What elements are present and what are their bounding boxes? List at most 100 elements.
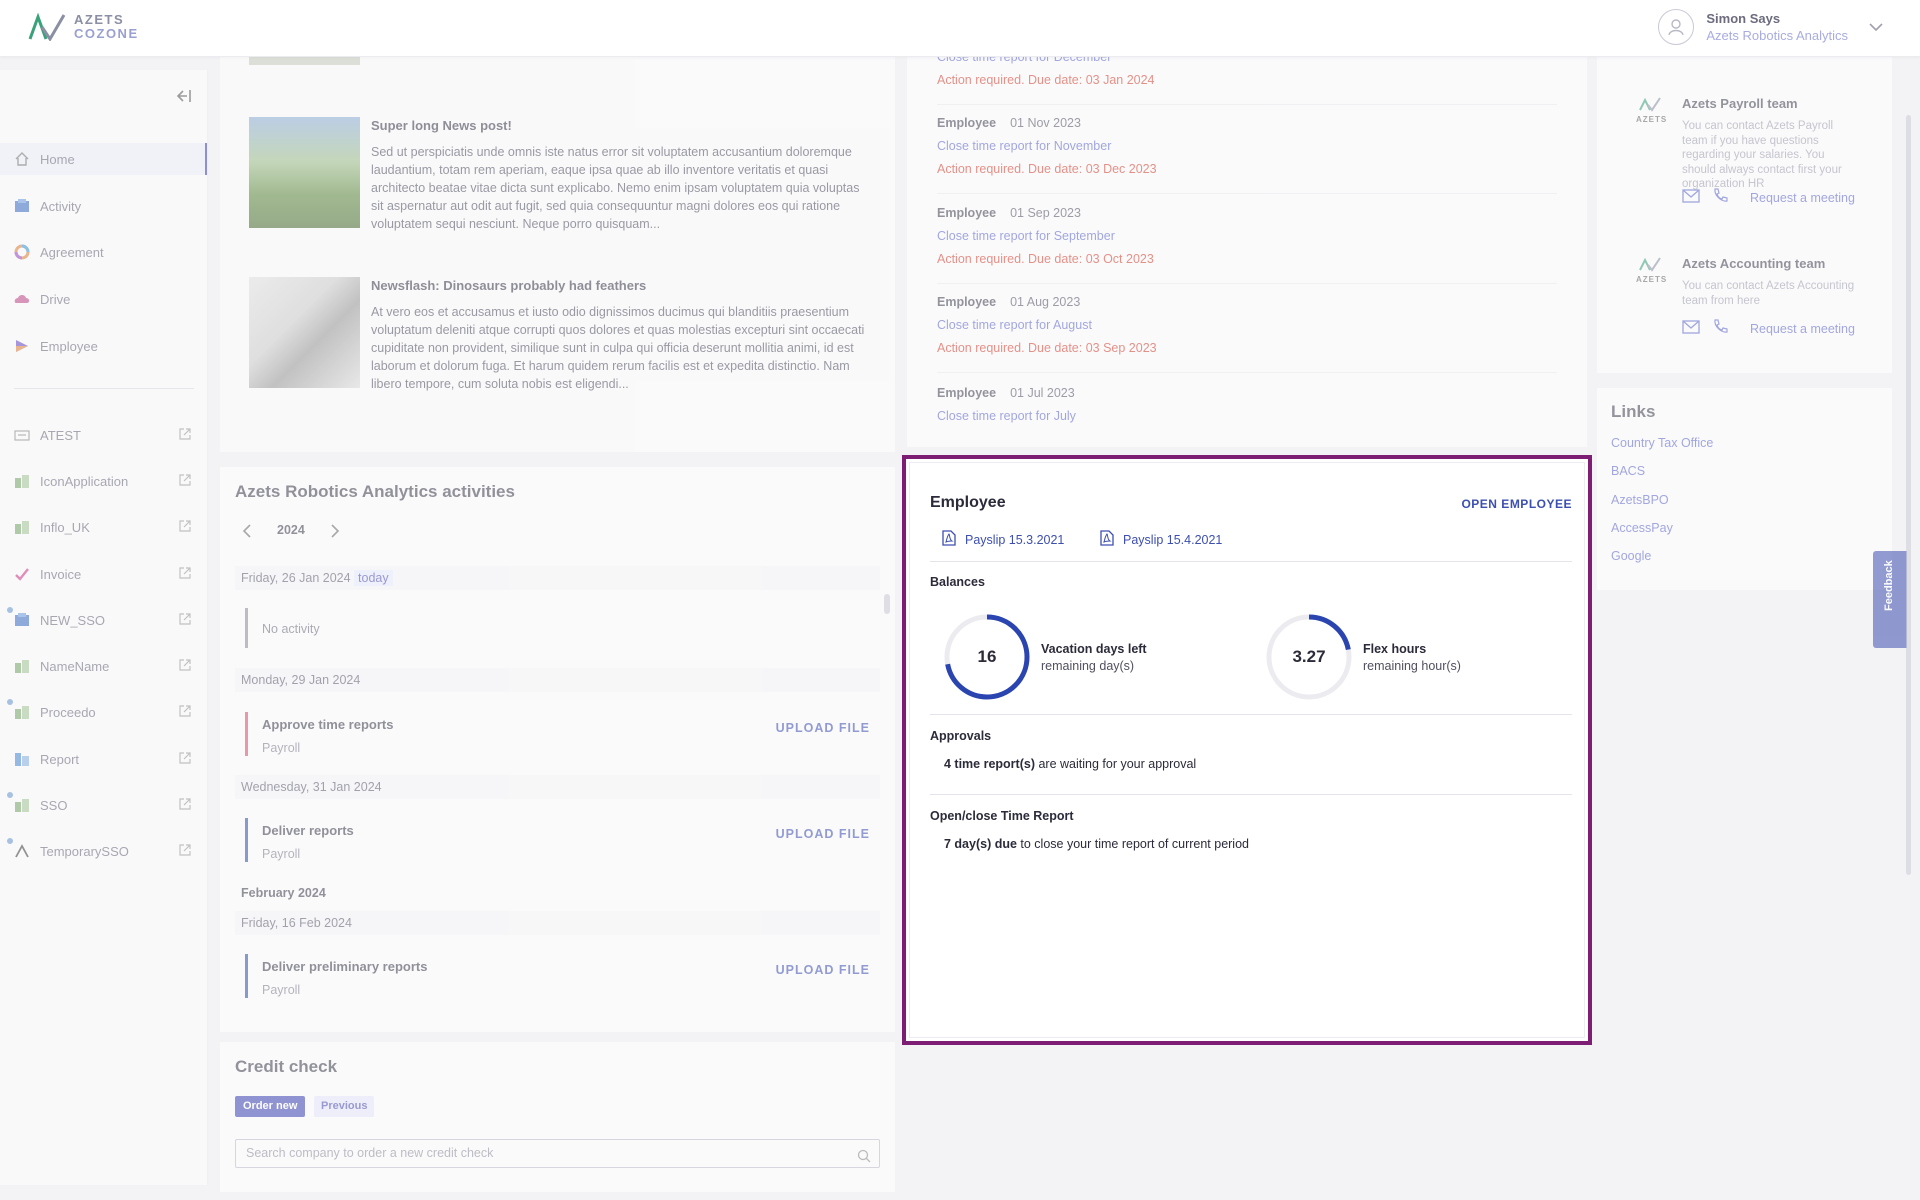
sidebar-app-sso[interactable]: SSO (0, 789, 207, 821)
external-link-icon[interactable] (178, 658, 192, 675)
link-item[interactable]: AzetsBPO (1611, 493, 1669, 507)
order-new-button[interactable]: Order new (235, 1096, 306, 1117)
chevron-down-icon[interactable] (1868, 20, 1884, 35)
external-link-icon[interactable] (178, 704, 192, 721)
year-label: 2024 (277, 523, 305, 537)
collapse-sidebar-icon[interactable] (174, 88, 192, 107)
user-menu[interactable]: Simon Says Azets Robotics Analytics (1658, 9, 1884, 45)
sidebar-item-employee[interactable]: Employee (0, 330, 207, 362)
approvals-count: 4 time report(s) (944, 757, 1035, 771)
upload-file-button[interactable]: UPLOAD FILE (776, 721, 870, 735)
sidebar-item-drive[interactable]: Drive (0, 283, 207, 315)
external-link-icon[interactable] (178, 843, 192, 860)
external-link-icon[interactable] (178, 519, 192, 536)
task-link[interactable]: Close time report for July (937, 409, 1557, 423)
no-activity-text: No activity (262, 622, 320, 636)
external-link-icon[interactable] (178, 473, 192, 490)
news-title[interactable]: Newsflash: Dinosaurs probably had feathe… (371, 278, 866, 293)
approvals-summary[interactable]: 4 time report(s) are waiting for your ap… (944, 757, 1196, 771)
mail-icon[interactable] (1682, 189, 1700, 206)
avatar[interactable] (1658, 9, 1695, 45)
sidebar-item-label: Activity (40, 198, 82, 214)
sidebar-app-atest[interactable]: ATEST (0, 419, 207, 451)
external-link-icon[interactable] (178, 797, 192, 814)
sidebar-app-namename[interactable]: NameName (0, 650, 207, 682)
sidebar-app-invoice[interactable]: Invoice (0, 558, 207, 590)
flex-balance: 3.27 Flex hours remaining hour(s) (1265, 613, 1461, 701)
task-item: Employee 01 Aug 2023 Close time report fo… (937, 295, 1557, 373)
task-link[interactable]: Close time report for November (937, 139, 1557, 153)
link-item[interactable]: BACS (1611, 464, 1645, 478)
request-meeting-link[interactable]: Request a meeting (1750, 322, 1855, 336)
upload-file-button[interactable]: UPLOAD FILE (776, 963, 870, 977)
contact-description: You can contact Azets Accounting team fr… (1682, 280, 1855, 307)
sidebar-app-inflo-uk[interactable]: Inflo_UK (0, 511, 207, 543)
payslip-link[interactable]: Payslip 15.4.2021 (1100, 530, 1222, 549)
link-item[interactable]: AccessPay (1611, 521, 1673, 535)
external-link-icon[interactable] (178, 751, 192, 768)
payslip-link[interactable]: Payslip 15.3.2021 (942, 530, 1064, 549)
balances-title: Balances (930, 575, 985, 589)
link-item[interactable]: Google (1611, 549, 1651, 563)
sidebar-app-proceedo[interactable]: Proceedo (0, 696, 207, 728)
sidebar-item-home[interactable]: Home (0, 143, 207, 175)
previous-button[interactable]: Previous (314, 1096, 375, 1117)
search-icon[interactable] (857, 1146, 871, 1173)
news-thumbnail[interactable] (249, 277, 360, 388)
link-item[interactable]: Country Tax Office (1611, 436, 1713, 450)
external-link-icon[interactable] (178, 566, 192, 583)
sidebar-app-iconapplication[interactable]: IconApplication (0, 465, 207, 497)
activity-icon (14, 198, 30, 214)
task-owner: Employee (937, 386, 997, 400)
request-meeting-link[interactable]: Request a meeting (1750, 191, 1855, 205)
news-thumbnail[interactable] (249, 117, 360, 228)
month-header: February 2024 (241, 886, 326, 900)
activities-scrollbar[interactable] (884, 594, 890, 614)
upload-file-button[interactable]: UPLOAD FILE (776, 827, 870, 841)
vacation-balance: 16 Vacation days left remaining day(s) (943, 613, 1147, 701)
app-icon (14, 612, 30, 628)
task-date: 01 Jul 2023 (1010, 386, 1075, 400)
page-scrollbar[interactable] (1906, 115, 1911, 875)
external-link-icon[interactable] (178, 427, 192, 444)
day-header: Wednesday, 31 Jan 2024 (235, 775, 880, 799)
azets-logo[interactable]: AZETS COZONE (28, 13, 139, 41)
mail-icon[interactable] (1682, 320, 1700, 337)
news-body: Sed ut perspiciatis unde omnis iste natu… (371, 145, 860, 231)
chevron-left-icon[interactable] (241, 523, 253, 542)
task-link[interactable]: Close time report for September (937, 229, 1557, 243)
activity-item[interactable]: Deliver reports Payroll UPLOAD FILE (245, 818, 870, 862)
credit-search-placeholder: Search company to order a new credit che… (246, 1146, 494, 1160)
activity-item[interactable]: Deliver preliminary reports Payroll UPLO… (245, 954, 870, 998)
sidebar-app-new-sso[interactable]: NEW_SSO (0, 604, 207, 636)
activity-category: Payroll (262, 741, 301, 755)
links-title: Links (1611, 402, 1656, 421)
task-link[interactable]: Close time report for August (937, 318, 1557, 332)
activity-item[interactable]: Approve time reports Payroll UPLOAD FILE (245, 712, 870, 756)
home-icon (14, 151, 30, 167)
feedback-tab[interactable]: Feedback (1873, 551, 1907, 648)
status-dot (7, 792, 13, 798)
sidebar-item-activity[interactable]: Activity (0, 190, 207, 222)
credit-search-input[interactable]: Search company to order a new credit che… (235, 1139, 880, 1168)
chevron-right-icon[interactable] (329, 523, 341, 542)
logo-line1: AZETS (74, 12, 125, 27)
sidebar-item-label: Employee (40, 338, 98, 354)
sidebar-app-temporarysso[interactable]: TemporarySSO (0, 835, 207, 867)
open-employee-button[interactable]: OPEN EMPLOYEE (1461, 497, 1572, 511)
time-report-due: 7 day(s) due (944, 837, 1017, 851)
sidebar-app-label: ATEST (40, 427, 81, 443)
app-icon (14, 519, 30, 535)
time-report-summary[interactable]: 7 day(s) due to close your time report o… (944, 837, 1249, 851)
sidebar: Home Activity Agreement Drive Employee A… (0, 70, 207, 1185)
sidebar-app-report[interactable]: Report (0, 743, 207, 775)
sidebar-item-agreement[interactable]: Agreement (0, 236, 207, 268)
external-link-icon[interactable] (178, 612, 192, 629)
phone-icon[interactable] (1712, 188, 1728, 207)
sidebar-app-label: Invoice (40, 566, 82, 582)
news-title[interactable]: Super long News post! (371, 118, 866, 133)
payslip-label: Payslip 15.3.2021 (965, 532, 1065, 547)
task-item: Employee 01 Nov 2023 Close time report fo… (937, 116, 1557, 194)
phone-icon[interactable] (1712, 319, 1728, 338)
approvals-title: Approvals (930, 729, 992, 743)
